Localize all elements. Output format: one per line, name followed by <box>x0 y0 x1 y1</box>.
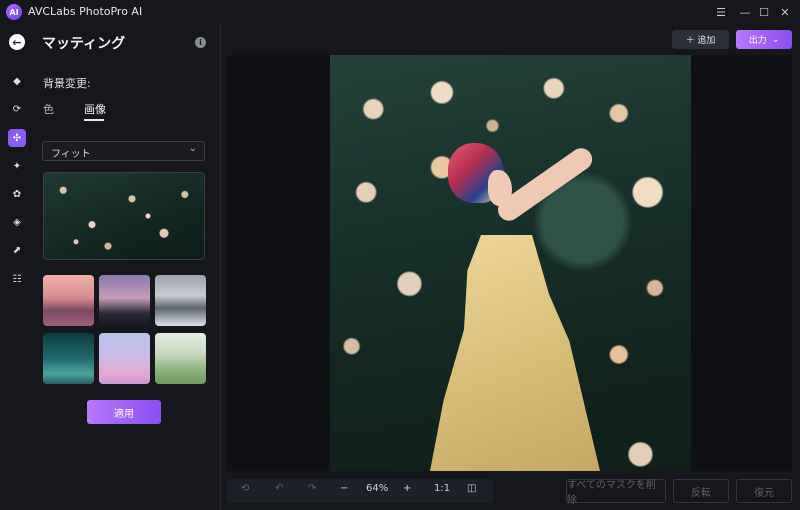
selected-background-preview[interactable] <box>43 172 205 260</box>
zoom-toolbar: ⟲ ↶ ↷ − 64% + 1:1 ◫ <box>227 479 493 503</box>
tool-rail: ← ◆ ⟳ ✣ ✦ ✿ ◈ ⬈ ☷ <box>0 24 34 510</box>
add-button[interactable]: ＋ 追加 <box>672 30 729 49</box>
app-logo: AI <box>6 4 22 20</box>
background-change-label: 背景変更: <box>43 77 91 90</box>
add-button-label: ＋ 追加 <box>685 36 716 46</box>
fit-dropdown[interactable]: フィット ⌄ <box>42 141 205 161</box>
background-thumb-meadow[interactable] <box>155 333 206 384</box>
resize-icon[interactable]: ⬈ <box>8 241 26 259</box>
clear-masks-button[interactable]: すべてのマスクを削除 <box>566 479 666 506</box>
undo-icon[interactable]: ↶ <box>275 483 283 494</box>
chevron-down-icon: ⌄ <box>771 34 780 45</box>
active-tab-indicator <box>84 119 104 121</box>
zoom-out-button[interactable]: − <box>340 483 348 494</box>
app-logo-text: AI <box>9 7 19 17</box>
edited-photo[interactable] <box>330 55 691 471</box>
maximize-button[interactable]: ☐ <box>755 3 773 21</box>
panel-title: マッティング <box>42 36 126 52</box>
panel-divider <box>220 24 221 510</box>
eraser-icon[interactable]: ◆ <box>8 72 26 90</box>
redo-icon[interactable]: ↷ <box>308 483 316 494</box>
restore-button[interactable]: 復元 <box>736 479 792 503</box>
flower-icon[interactable]: ✿ <box>8 185 26 203</box>
compare-icon[interactable]: ◫ <box>467 483 476 494</box>
back-arrow-icon[interactable]: ← <box>9 34 25 50</box>
title-bar: AI AVCLabs PhotoPro AI ☰ — ☐ ✕ <box>0 0 800 24</box>
sparkle-icon[interactable]: ✦ <box>8 157 26 175</box>
export-button[interactable]: 出力 ⌄ <box>736 30 792 49</box>
background-thumb-pastel-clouds[interactable] <box>99 333 150 384</box>
tab-color[interactable]: 色 <box>43 101 54 117</box>
paint-bucket-icon[interactable]: ◈ <box>8 213 26 231</box>
fit-dropdown-value: フィット <box>51 149 91 160</box>
tab-image[interactable]: 画像 <box>84 101 106 117</box>
matting-icon[interactable]: ✣ <box>8 129 26 147</box>
matting-panel: マッティング i 背景変更: 色 画像 フィット ⌄ 適用 <box>34 24 220 510</box>
face-swap-icon[interactable]: ⟳ <box>8 100 26 118</box>
background-thumb-mountain-pink[interactable] <box>43 275 94 326</box>
actual-size-button[interactable]: 1:1 <box>434 483 450 494</box>
chevron-down-icon: ⌄ <box>188 143 197 154</box>
info-icon[interactable]: i <box>195 37 206 48</box>
export-button-label: 出力 <box>748 36 767 46</box>
reset-icon[interactable]: ⟲ <box>241 483 249 494</box>
zoom-in-button[interactable]: + <box>403 483 411 494</box>
zoom-level: 64% <box>366 483 389 494</box>
menu-icon[interactable]: ☰ <box>712 3 730 21</box>
apply-button[interactable]: 適用 <box>87 400 161 424</box>
photo-subject-face <box>488 170 512 206</box>
sliders-icon[interactable]: ☷ <box>8 270 26 288</box>
background-thumb-ocean[interactable] <box>43 333 94 384</box>
minimize-button[interactable]: — <box>736 3 754 21</box>
invert-button[interactable]: 反転 <box>673 479 729 503</box>
background-thumb-snow-mountain[interactable] <box>155 275 206 326</box>
close-button[interactable]: ✕ <box>776 3 794 21</box>
photo-subject-dress <box>430 235 600 471</box>
background-thumb-dusk-trees[interactable] <box>99 275 150 326</box>
app-title: AVCLabs PhotoPro AI <box>28 5 143 18</box>
